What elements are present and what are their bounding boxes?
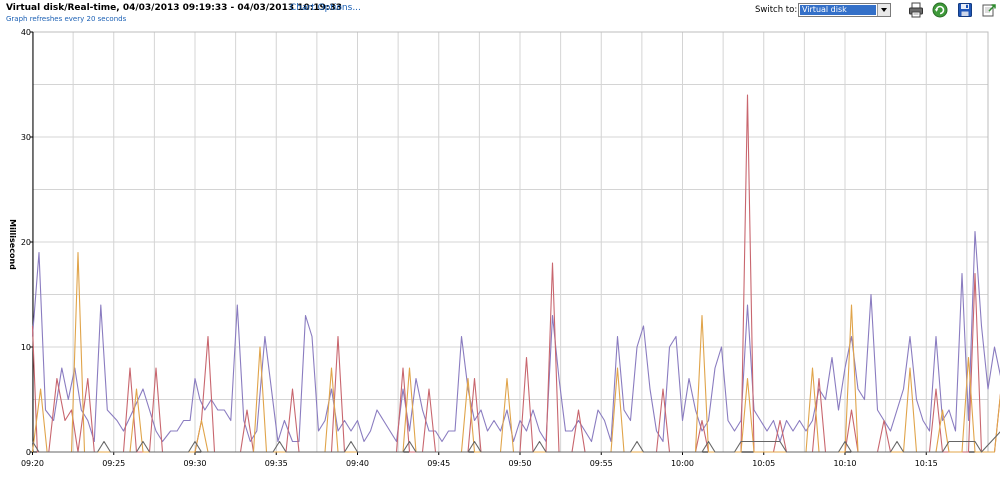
y-tick-label: 30 — [21, 133, 31, 142]
series-line-2 — [31, 94, 1000, 453]
chart-series — [31, 94, 1000, 453]
x-tick-label: 10:05 — [752, 459, 775, 468]
y-tick-label: 0 — [26, 448, 31, 457]
x-tick-label: 09:40 — [346, 459, 369, 468]
x-tick-label: 09:20 — [21, 459, 44, 468]
x-tick-label: 09:30 — [183, 459, 206, 468]
y-tick-label: 10 — [21, 343, 31, 352]
series-line-1 — [31, 230, 1000, 443]
x-tick-label: 09:50 — [508, 459, 531, 468]
y-tick-label: 40 — [21, 28, 31, 37]
line-chart: 0 10 20 30 40 09:20 09:25 09:30 09:35 09:40 09:45 0… — [21, 28, 1000, 468]
series-line-3 — [31, 251, 1000, 453]
y-tick-label: 20 — [21, 238, 31, 247]
x-tick-label: 09:55 — [590, 459, 613, 468]
x-tick-label: 09:35 — [265, 459, 288, 468]
x-tick-label: 10:10 — [833, 459, 856, 468]
x-tick-label: 09:25 — [102, 459, 125, 468]
chart-axes — [30, 31, 989, 455]
x-tick-label: 10:15 — [915, 459, 938, 468]
chart-grid — [32, 31, 988, 453]
x-tick-label: 10:00 — [671, 459, 694, 468]
x-tick-label: 09:45 — [427, 459, 450, 468]
